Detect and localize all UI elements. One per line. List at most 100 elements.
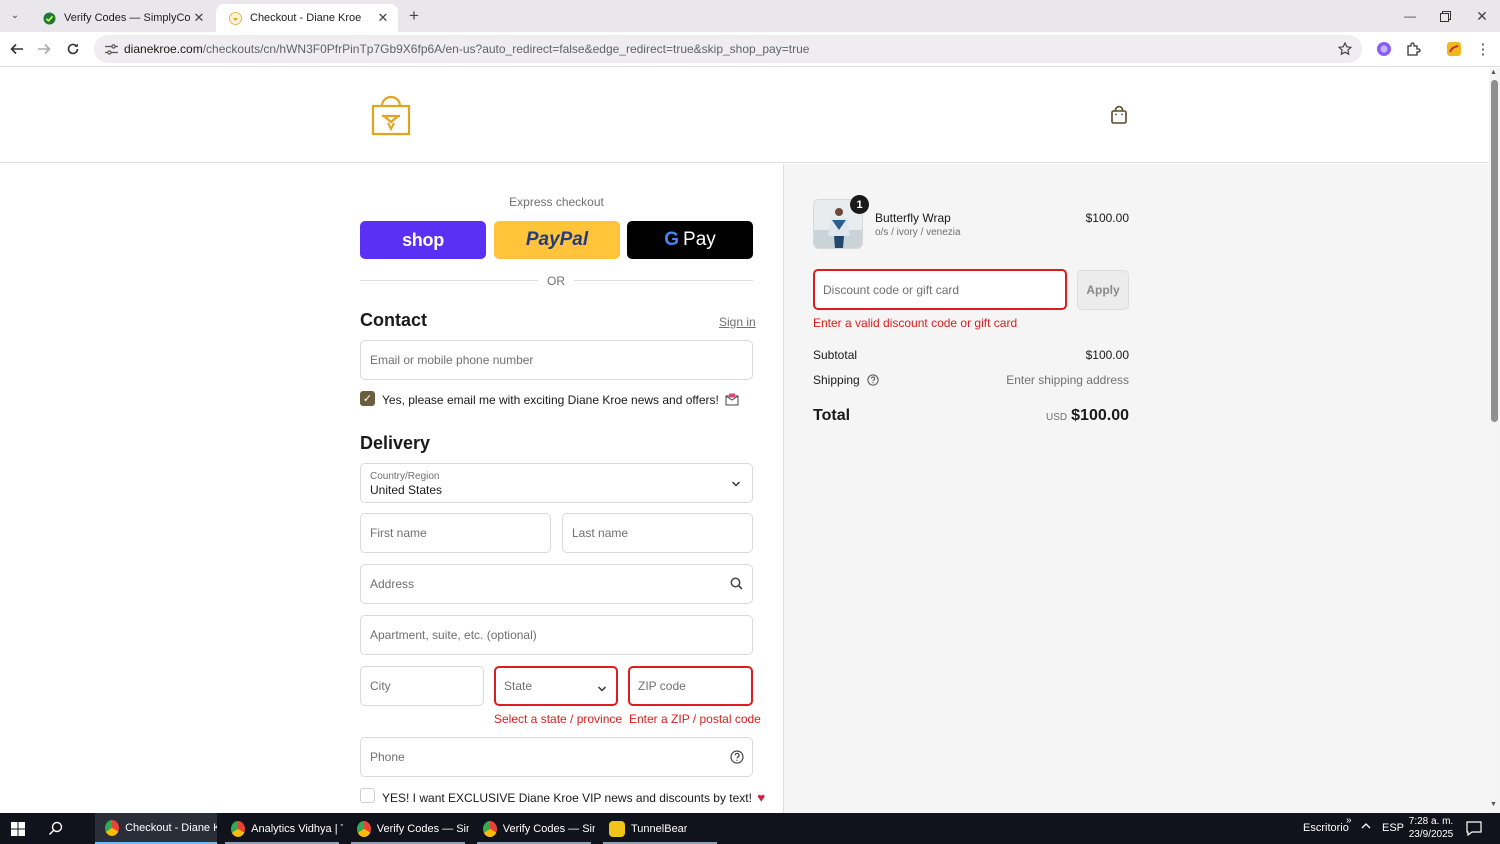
clock-time: 7:28 a. m.: [1408, 816, 1454, 827]
address-placeholder: Address: [370, 577, 415, 591]
show-hidden-icons-icon[interactable]: [1360, 820, 1372, 835]
country-value: United States: [370, 483, 443, 497]
country-select[interactable]: Country/Region United States: [360, 463, 753, 503]
currency-code: USD: [1046, 412, 1068, 423]
minimize-icon[interactable]: —: [1398, 4, 1422, 28]
browser-menu-icon[interactable]: ⋮: [1471, 37, 1495, 61]
apartment-field[interactable]: Apartment, suite, etc. (optional): [360, 615, 753, 655]
taskbar-app-label: Analytics Vidhya | T...: [251, 822, 343, 835]
zip-code-placeholder: ZIP code: [638, 679, 686, 693]
url-path: /checkouts/cn/hWN3F0PfrPinTp7Gb9X6fp6A/e…: [202, 42, 810, 56]
profile-avatar[interactable]: [1442, 37, 1466, 61]
zip-code-field[interactable]: ZIP code: [628, 666, 753, 706]
apply-discount-button[interactable]: Apply: [1077, 270, 1129, 310]
city-placeholder: City: [370, 679, 391, 693]
help-circle-icon[interactable]: [730, 750, 744, 767]
phone-field[interactable]: Phone: [360, 737, 753, 777]
delivery-heading: Delivery: [360, 433, 431, 453]
copilot-extension-icon[interactable]: [1372, 37, 1396, 61]
scroll-down-arrow-icon[interactable]: ▼: [1490, 801, 1497, 808]
close-window-icon[interactable]: ✕: [1470, 4, 1494, 28]
state-select[interactable]: State: [494, 666, 618, 706]
sms-marketing-label: YES! I want EXCLUSIVE Diane Kroe VIP new…: [382, 790, 765, 805]
shopping-bag-icon[interactable]: [1110, 105, 1128, 130]
shop-pay-button[interactable]: shop: [360, 221, 486, 259]
scroll-up-arrow-icon[interactable]: ▲: [1490, 69, 1497, 76]
or-divider-left: [360, 280, 538, 281]
back-icon[interactable]: [5, 37, 29, 61]
last-name-placeholder: Last name: [572, 526, 629, 540]
input-language[interactable]: ESP: [1382, 822, 1404, 834]
toolbar-expand-icon[interactable]: »: [1346, 815, 1352, 826]
close-tab-icon[interactable]: ✕: [190, 9, 208, 27]
tab-title: Verify Codes — SimplyCodes: [64, 12, 190, 24]
phone-placeholder: Phone: [370, 750, 405, 764]
total-amount: USD $100.00: [980, 407, 1129, 425]
envelope-icon: [725, 393, 739, 409]
scrollbar-thumb[interactable]: [1491, 80, 1498, 422]
site-info-icon[interactable]: [98, 43, 124, 55]
marketing-email-text: Yes, please email me with exciting Diane…: [382, 393, 719, 407]
taskbar-app-analytics-vidhya[interactable]: Analytics Vidhya | T...: [221, 813, 343, 844]
taskbar-app-verify-codes-2[interactable]: Verify Codes — Sim...: [473, 813, 595, 844]
reload-icon[interactable]: [61, 37, 85, 61]
first-name-field[interactable]: First name: [360, 513, 551, 553]
chrome-icon: [105, 819, 120, 836]
page-scrollbar[interactable]: ▲ ▼: [1489, 68, 1500, 813]
product-variant: o/s / ivory / venezia: [875, 227, 961, 238]
sign-in-link[interactable]: Sign in: [719, 315, 756, 329]
tab-checkout[interactable]: Checkout - Diane Kroe ✕: [216, 4, 398, 32]
state-placeholder: State: [504, 679, 533, 693]
url-text: dianekroe.com/checkouts/cn/hWN3F0PfrPinT…: [124, 42, 809, 56]
express-checkout-title: Express checkout: [509, 195, 604, 209]
order-summary-panel: [783, 164, 1489, 813]
address-field[interactable]: Address: [360, 564, 753, 604]
email-field[interactable]: Email or mobile phone number: [360, 340, 753, 380]
taskbar-app-label: Checkout - Diane K...: [125, 821, 217, 834]
notifications-icon[interactable]: [1466, 821, 1482, 839]
paypal-button[interactable]: PayPal: [494, 221, 620, 259]
forward-icon[interactable]: [32, 37, 56, 61]
total-label: Total: [813, 407, 851, 424]
extensions-puzzle-icon[interactable]: [1401, 37, 1425, 61]
or-divider-right: [574, 280, 753, 281]
tunnelbear-icon: [609, 820, 625, 837]
diane-kroe-logo[interactable]: [369, 92, 413, 141]
taskbar-app-checkout[interactable]: Checkout - Diane K...: [95, 813, 217, 844]
chrome-icon: [231, 820, 246, 837]
taskbar-search-icon[interactable]: [48, 821, 63, 839]
browser-toolbar: dianekroe.com/checkouts/cn/hWN3F0PfrPinT…: [0, 32, 1500, 67]
last-name-field[interactable]: Last name: [562, 513, 753, 553]
email-placeholder: Email or mobile phone number: [370, 353, 534, 367]
product-name: Butterfly Wrap: [875, 211, 951, 225]
new-tab-icon[interactable]: +: [402, 4, 426, 28]
restore-icon[interactable]: [1433, 4, 1457, 28]
discount-code-field[interactable]: Discount code or gift card: [813, 269, 1067, 310]
desktop-toolbar-label[interactable]: Escritorio: [1303, 822, 1349, 834]
checkout-page: Express checkout shop PayPal G Pay OR Co…: [0, 68, 1489, 813]
address-bar[interactable]: dianekroe.com/checkouts/cn/hWN3F0PfrPinT…: [94, 35, 1362, 63]
taskbar-app-verify-codes-1[interactable]: Verify Codes — Sim...: [347, 813, 469, 844]
chrome-icon: [357, 820, 371, 837]
heart-icon: ♥: [757, 790, 766, 805]
system-clock[interactable]: 7:28 a. m. 23/9/2025: [1408, 815, 1454, 841]
sms-marketing-checkbox[interactable]: [360, 788, 375, 803]
city-field[interactable]: City: [360, 666, 484, 706]
windows-start-icon[interactable]: [11, 822, 25, 839]
chevron-down-icon: [731, 477, 741, 491]
tab-search-icon[interactable]: ⌄: [4, 4, 26, 26]
google-pay-label: Pay: [683, 229, 716, 250]
chevron-down-icon: [597, 682, 607, 696]
paypal-label: PayPal: [525, 229, 589, 250]
shipping-help-icon[interactable]: [867, 374, 879, 389]
tab-verify-codes[interactable]: Verify Codes — SimplyCodes ✕: [30, 4, 214, 32]
marketing-email-checkbox[interactable]: ✓: [360, 391, 375, 406]
bookmark-star-icon[interactable]: [1333, 37, 1357, 61]
chrome-icon: [483, 820, 497, 837]
google-pay-button[interactable]: G Pay: [627, 221, 753, 259]
shipping-label-text: Shipping: [813, 373, 860, 387]
taskbar-app-tunnelbear[interactable]: TunnelBear: [599, 813, 721, 844]
taskbar-app-label: Verify Codes — Sim...: [502, 822, 595, 835]
close-tab-icon[interactable]: ✕: [374, 9, 392, 27]
dianekroe-icon: [228, 11, 242, 25]
